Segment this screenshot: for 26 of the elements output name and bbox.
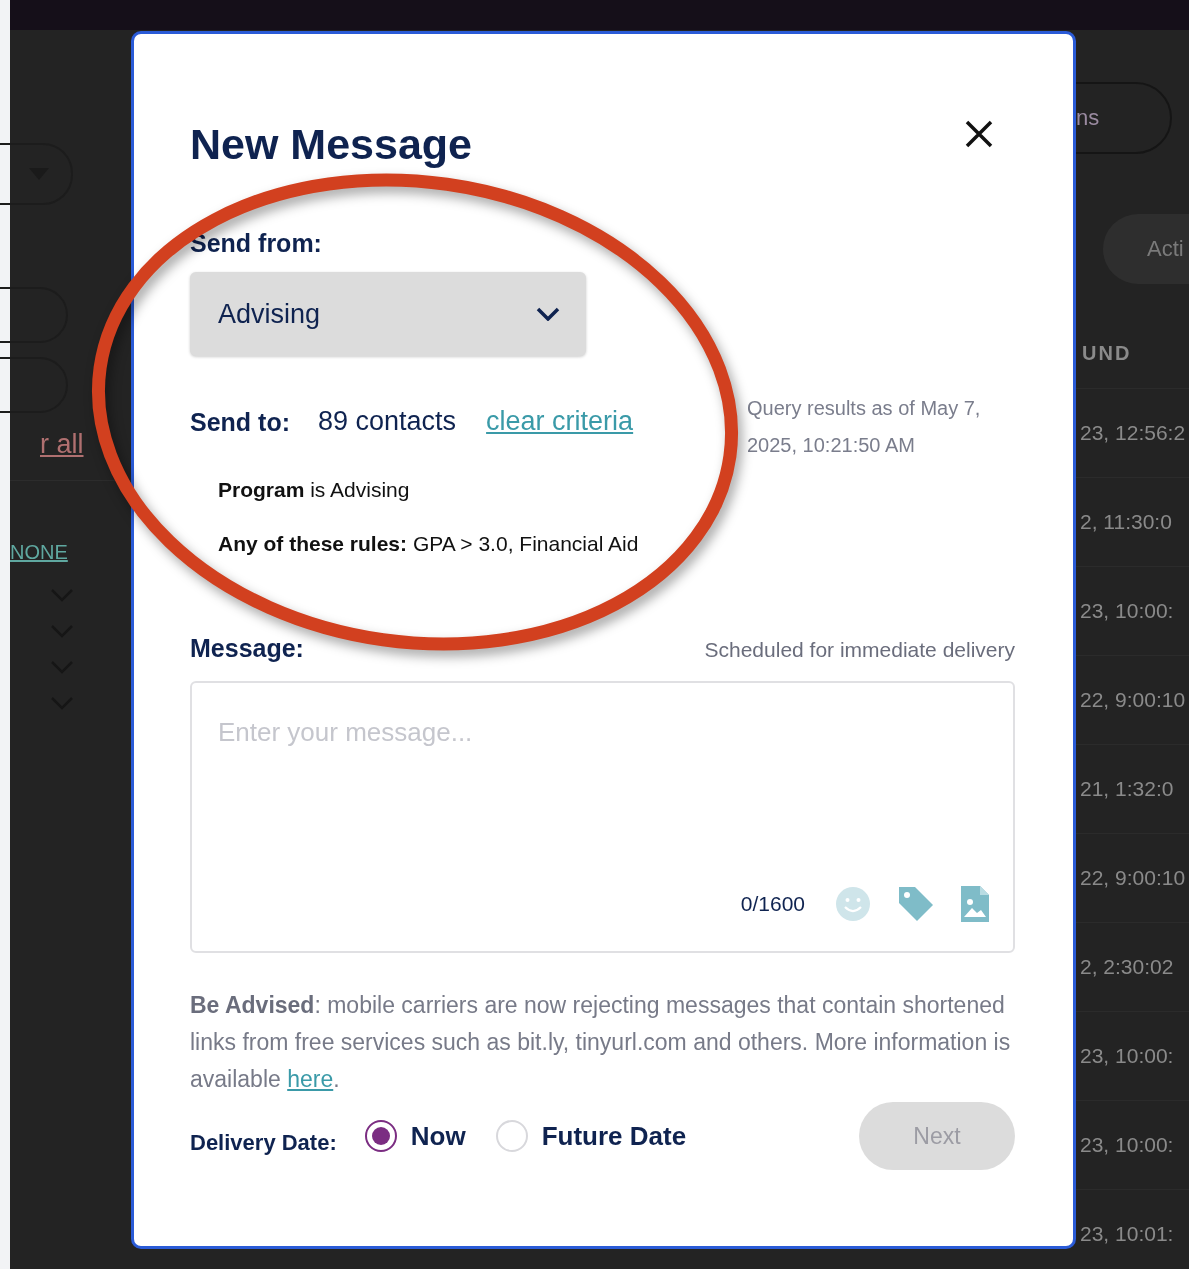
schedule-note: Scheduled for immediate delivery <box>704 638 1015 662</box>
criteria-text: Any of these rules: GPA > 3.0, Financial Aid <box>218 532 640 556</box>
criteria-text: Program is Advising <box>218 478 411 502</box>
advisory-text: Be Advised: mobile carriers are now rejecting messages that contain shortened links from free services such as bit.ly, tinyurl.com and others. More information is available here. <box>190 991 1012 1094</box>
smiley-icon[interactable] <box>835 886 871 922</box>
delivery-option[interactable]: Now <box>364 1120 466 1152</box>
tag-icon[interactable] <box>897 885 935 923</box>
clear-criteria-link[interactable]: clear criteria <box>486 406 634 437</box>
action-button[interactable]: Acti <box>1103 214 1189 284</box>
contact-count: 89 contacts <box>318 406 457 437</box>
radio-button[interactable] <box>364 1120 397 1152</box>
field-label: Delivery Date: <box>190 1130 337 1156</box>
field-label: Send to: <box>190 408 290 437</box>
chevron-down-icon <box>536 307 560 321</box>
query-note: Query results as of May 7, 2025, 10:21:50 AM <box>747 396 982 458</box>
filter-link[interactable]: NONE <box>10 541 68 564</box>
column-header: UND <box>1081 342 1133 366</box>
sender-select[interactable]: Advising <box>190 272 586 356</box>
image-file-icon[interactable] <box>961 886 989 922</box>
delivery-option[interactable]: Future Date <box>495 1120 687 1152</box>
character-counter: 0/1600 <box>740 892 805 916</box>
close-icon <box>965 120 993 148</box>
dialog-title: New Message <box>190 120 473 169</box>
filter-link[interactable]: r all <box>40 429 84 460</box>
field-label: Message: <box>190 634 304 663</box>
here-link[interactable]: here <box>287 1066 334 1092</box>
